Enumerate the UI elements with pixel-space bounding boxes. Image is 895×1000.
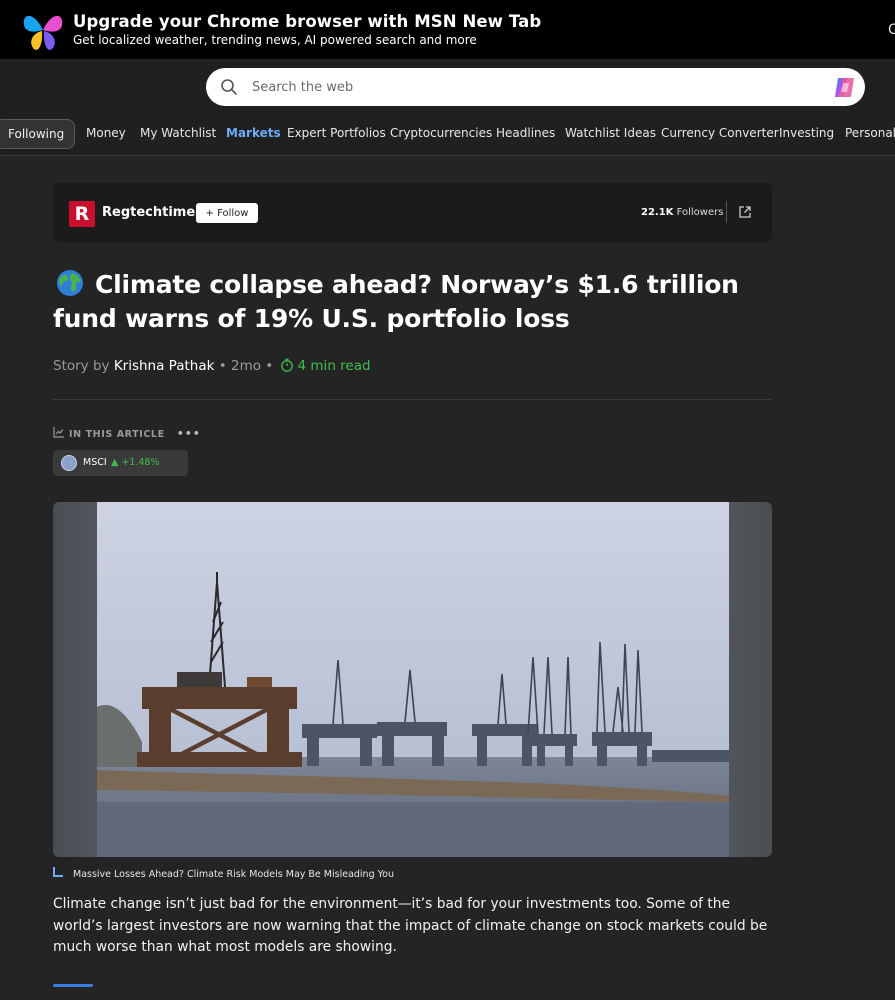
nav-bar: Following Money My Watchlist Markets Exp… — [0, 119, 895, 149]
image-caption: Massive Losses Ahead? Climate Risk Model… — [73, 869, 395, 880]
divider — [726, 201, 727, 223]
search-input[interactable] — [252, 72, 812, 102]
story-by-label: Story by — [53, 358, 110, 374]
promo-title: Upgrade your Chrome browser with MSN New… — [73, 12, 542, 31]
followers-number: 22.1K — [641, 207, 674, 218]
more-options-icon[interactable]: ••• — [177, 427, 201, 440]
nav-item-headlines[interactable]: Headlines — [496, 126, 555, 140]
oil-rigs-photo — [97, 502, 729, 857]
globe-icon — [57, 270, 83, 296]
in-this-article-header: IN THIS ARTICLE ••• — [53, 427, 201, 440]
nav-item-watchlist-ideas[interactable]: Watchlist Ideas — [565, 126, 656, 140]
publisher-logo[interactable]: R — [69, 201, 95, 227]
followers-label: Followers — [676, 207, 724, 218]
followers-count: 22.1K Followers — [641, 207, 723, 218]
nav-following[interactable]: Following — [0, 119, 76, 149]
top-bar: Following Money My Watchlist Markets Exp… — [0, 59, 895, 156]
caption-marker — [53, 867, 63, 877]
share-icon[interactable] — [738, 205, 752, 219]
divider — [53, 399, 772, 400]
byline: Story by Krishna Pathak • 2mo • 4 min re… — [53, 358, 371, 374]
byline-age: • 2mo • — [214, 358, 278, 374]
msci-logo-icon — [61, 455, 77, 471]
progress-indicator — [53, 984, 93, 987]
in-this-article-label: IN THIS ARTICLE — [69, 429, 165, 440]
promo-banner[interactable]: Upgrade your Chrome browser with MSN New… — [0, 0, 895, 59]
nav-item-investing[interactable]: Investing — [779, 126, 834, 140]
hero-image[interactable] — [53, 502, 772, 857]
ticker-chip[interactable]: MSCI ▲ +1.48% — [53, 450, 188, 476]
publisher-name[interactable]: Regtechtimes — [102, 205, 203, 220]
search-icon — [221, 79, 237, 95]
nav-item-money[interactable]: Money — [86, 126, 126, 140]
nav-item-markets[interactable]: Markets — [226, 126, 281, 140]
nav-item-currency-converter[interactable]: Currency Converter — [661, 126, 779, 140]
publisher-card: R Regtechtimes + Follow 22.1K Followers — [53, 183, 772, 242]
ticker-name: MSCI — [83, 457, 107, 468]
nav-item-expert-portfolios[interactable]: Expert Portfolios — [287, 126, 386, 140]
chart-icon — [53, 427, 64, 438]
follow-button[interactable]: + Follow — [196, 203, 258, 223]
promo-cta-button[interactable]: C — [888, 22, 895, 38]
nav-item-cryptocurrencies[interactable]: Cryptocurrencies — [390, 126, 492, 140]
author-link[interactable]: Krishna Pathak — [114, 358, 215, 374]
article-title: Climate collapse ahead? Norway’s $1.6 tr… — [53, 270, 739, 333]
article-headline: Climate collapse ahead? Norway’s $1.6 tr… — [53, 268, 773, 336]
butterfly-logo-icon — [23, 15, 63, 50]
timer-icon — [280, 358, 293, 372]
read-time: 4 min read — [297, 358, 371, 374]
ticker-change: ▲ +1.48% — [111, 457, 160, 468]
copilot-icon[interactable] — [832, 75, 857, 100]
nav-item-personal-finance[interactable]: Personal F — [845, 126, 895, 140]
article-body: Climate change isn’t just bad for the en… — [53, 896, 768, 955]
nav-item-my-watchlist[interactable]: My Watchlist — [140, 126, 216, 140]
promo-subtitle: Get localized weather, trending news, AI… — [73, 33, 477, 47]
search-box[interactable] — [206, 68, 865, 106]
